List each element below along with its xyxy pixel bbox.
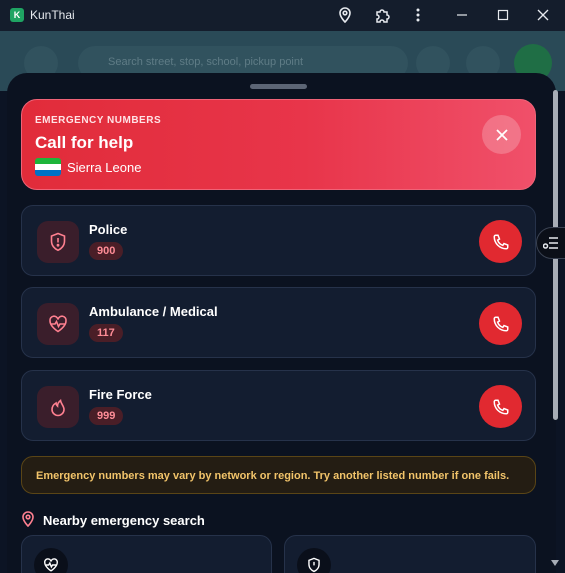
- call-fire-button[interactable]: [479, 385, 522, 428]
- more-options-icon[interactable]: [406, 4, 430, 26]
- call-ambulance-button[interactable]: [479, 302, 522, 345]
- call-police-button[interactable]: [479, 220, 522, 263]
- phone-icon: [492, 316, 508, 332]
- emergency-title: Call for help: [35, 133, 134, 152]
- app-logo-icon: K: [10, 8, 24, 22]
- minimize-button[interactable]: [450, 4, 474, 26]
- sheet-drag-handle[interactable]: [250, 84, 307, 89]
- location-pin-icon: [21, 511, 35, 532]
- title-bar: K KunThai: [0, 0, 565, 31]
- shield-alert-icon: [297, 548, 331, 573]
- close-icon: [495, 128, 508, 141]
- country-flag-icon: [35, 158, 61, 176]
- network-notice: Emergency numbers may vary by network or…: [21, 456, 536, 494]
- window-title: KunThai: [30, 8, 75, 22]
- phone-icon: [492, 234, 508, 250]
- scroll-down-arrow-icon[interactable]: [551, 560, 559, 566]
- service-card-ambulance: Ambulance / Medical 117: [21, 287, 536, 358]
- flame-icon: [37, 386, 79, 428]
- service-number-badge: 117: [89, 324, 123, 342]
- phone-icon: [492, 399, 508, 415]
- service-name: Fire Force: [89, 387, 152, 402]
- service-name: Ambulance / Medical: [89, 304, 218, 319]
- notice-text: Emergency numbers may vary by network or…: [36, 470, 510, 482]
- location-pin-icon[interactable]: [333, 4, 357, 26]
- nearby-hospitals-card[interactable]: [21, 535, 272, 573]
- app-window: K KunThai Search street, stop, school, p…: [0, 0, 565, 573]
- nearby-section-title: Nearby emergency search: [43, 513, 205, 528]
- heart-pulse-icon: [34, 548, 68, 573]
- heart-pulse-icon: [37, 303, 79, 345]
- maximize-button[interactable]: [491, 4, 515, 26]
- close-window-button[interactable]: [531, 4, 555, 26]
- close-sheet-button[interactable]: [482, 115, 521, 154]
- filter-list-icon: [543, 237, 558, 249]
- emergency-eyebrow: EMERGENCY NUMBERS: [35, 115, 162, 126]
- service-name: Police: [89, 222, 128, 237]
- service-card-fire: Fire Force 999: [21, 370, 536, 441]
- filter-toggle-button[interactable]: [536, 227, 565, 259]
- service-number-badge: 999: [89, 407, 124, 425]
- shield-alert-icon: [37, 221, 79, 263]
- service-number-badge: 900: [89, 242, 124, 260]
- country-name: Sierra Leone: [67, 160, 142, 175]
- service-card-police: Police 900: [21, 205, 536, 276]
- extensions-puzzle-icon[interactable]: [371, 4, 395, 26]
- nearby-police-card[interactable]: [284, 535, 536, 573]
